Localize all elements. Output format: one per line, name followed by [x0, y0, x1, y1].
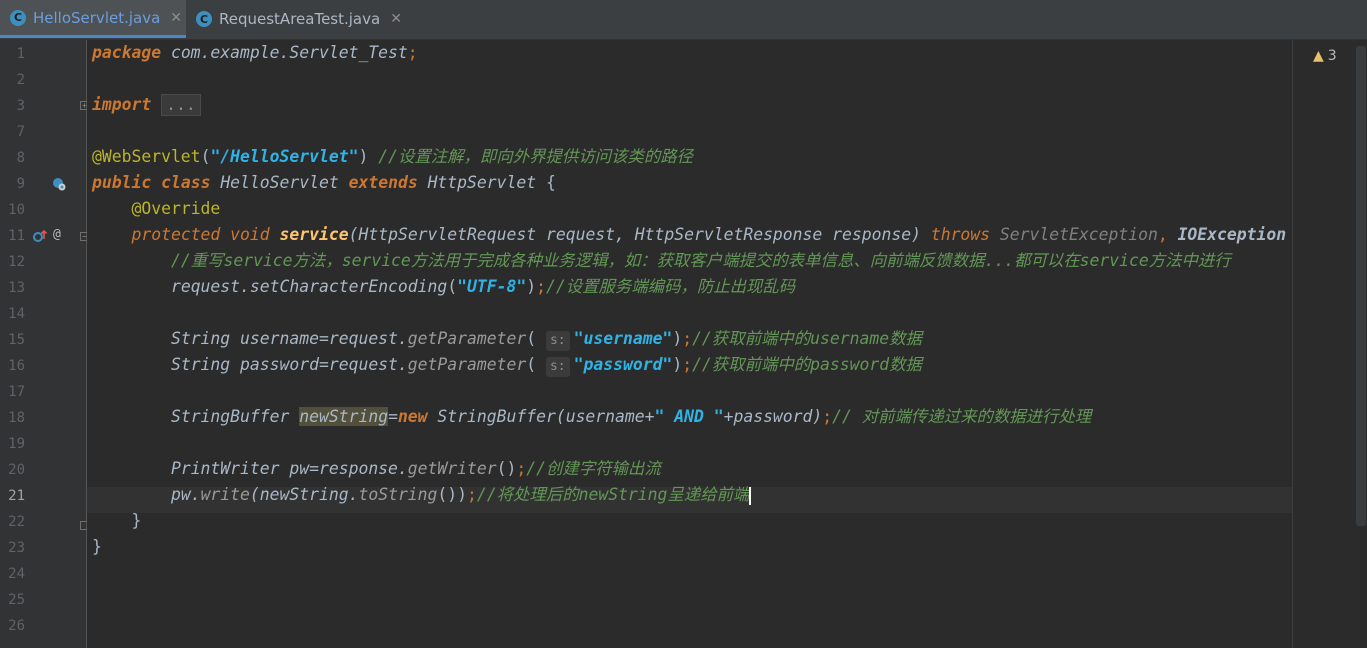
- code-line: }: [131, 511, 142, 530]
- vertical-scrollbar[interactable]: [1356, 46, 1366, 526]
- line-number: 24: [8, 566, 25, 582]
- line-number: 8: [16, 150, 25, 166]
- close-icon[interactable]: ✕: [170, 10, 182, 26]
- tab-requestareatest[interactable]: C RequestAreaTest.java ✕: [186, 0, 408, 38]
- code-line: @WebServlet("/HelloServlet") //设置注解，即向外界…: [92, 147, 693, 166]
- warnings-indicator[interactable]: ▲ 3: [1313, 48, 1337, 64]
- line-number-gutter[interactable]: 1 2 3 7 8 9 10 11 12 13 14 15 16 17 18 1…: [0, 40, 116, 648]
- code-line: public class HelloServlet extends HttpSe…: [92, 173, 556, 192]
- line-number: 22: [8, 514, 25, 530]
- line-number: 12: [8, 254, 25, 270]
- warning-icon: ▲: [1313, 48, 1324, 64]
- line-number: 26: [8, 618, 25, 634]
- tab-helloservlet[interactable]: C HelloServlet.java ✕: [0, 0, 186, 38]
- line-number: 3: [16, 98, 25, 114]
- code-line: //重写service方法，service方法用于完成各种业务逻辑，如：获取客户…: [170, 251, 1231, 270]
- servlet-icon[interactable]: [52, 177, 66, 194]
- line-number: 20: [8, 462, 25, 478]
- line-number: 16: [8, 358, 25, 374]
- code-line: import ...: [92, 92, 201, 118]
- code-line: @Override: [131, 199, 221, 218]
- line-number-current: 21: [8, 488, 25, 504]
- line-number: 17: [8, 384, 25, 400]
- code-line: PrintWriter pw=response.getWriter();//创建…: [170, 459, 661, 478]
- line-number: 9: [16, 176, 25, 192]
- line-number: 18: [8, 410, 25, 426]
- override-method-icon[interactable]: [33, 229, 48, 246]
- text-caret: [749, 486, 752, 505]
- line-number: 15: [8, 332, 25, 348]
- tab-label: RequestAreaTest.java: [219, 10, 381, 28]
- inspection-bar: ▲ 3: [1292, 40, 1367, 648]
- tab-label: HelloServlet.java: [33, 8, 161, 27]
- line-number: 7: [16, 124, 25, 140]
- line-number: 25: [8, 592, 25, 608]
- line-number: 14: [8, 306, 25, 322]
- warning-count: 3: [1327, 48, 1337, 64]
- line-number: 1: [16, 46, 25, 62]
- editor-tab-bar: C HelloServlet.java ✕ C RequestAreaTest.…: [0, 0, 1367, 40]
- param-hint: s:: [545, 357, 570, 377]
- highlighted-variable[interactable]: newString: [299, 407, 389, 426]
- code-line: package com.example.Servlet_Test;: [92, 43, 418, 62]
- code-editor[interactable]: package com.example.Servlet_Test; import…: [87, 40, 1292, 648]
- line-number: 23: [8, 540, 25, 556]
- code-line: }: [92, 537, 102, 556]
- code-line: String password=request.getParameter( s:…: [92, 352, 922, 378]
- code-line: StringBuffer newString=new StringBuffer(…: [170, 407, 1092, 426]
- close-icon[interactable]: ✕: [390, 11, 402, 27]
- folded-imports[interactable]: ...: [161, 94, 201, 116]
- code-line-current: pw.write(newString.toString());//将处理后的ne…: [170, 485, 752, 505]
- line-number: 10: [8, 202, 25, 218]
- param-hint: s:: [545, 331, 570, 351]
- code-line: String username=request.getParameter( s:…: [92, 326, 922, 352]
- line-number: 13: [8, 280, 25, 296]
- line-number: 19: [8, 436, 25, 452]
- java-class-icon: C: [10, 9, 26, 26]
- at-annotation-icon[interactable]: @: [53, 228, 61, 242]
- code-line: protected void service(HttpServletReques…: [131, 225, 1287, 244]
- java-class-icon: C: [196, 11, 212, 27]
- line-number: 11: [8, 228, 25, 244]
- line-number: 2: [16, 72, 25, 88]
- code-line: request.setCharacterEncoding("UTF-8");//…: [170, 277, 796, 296]
